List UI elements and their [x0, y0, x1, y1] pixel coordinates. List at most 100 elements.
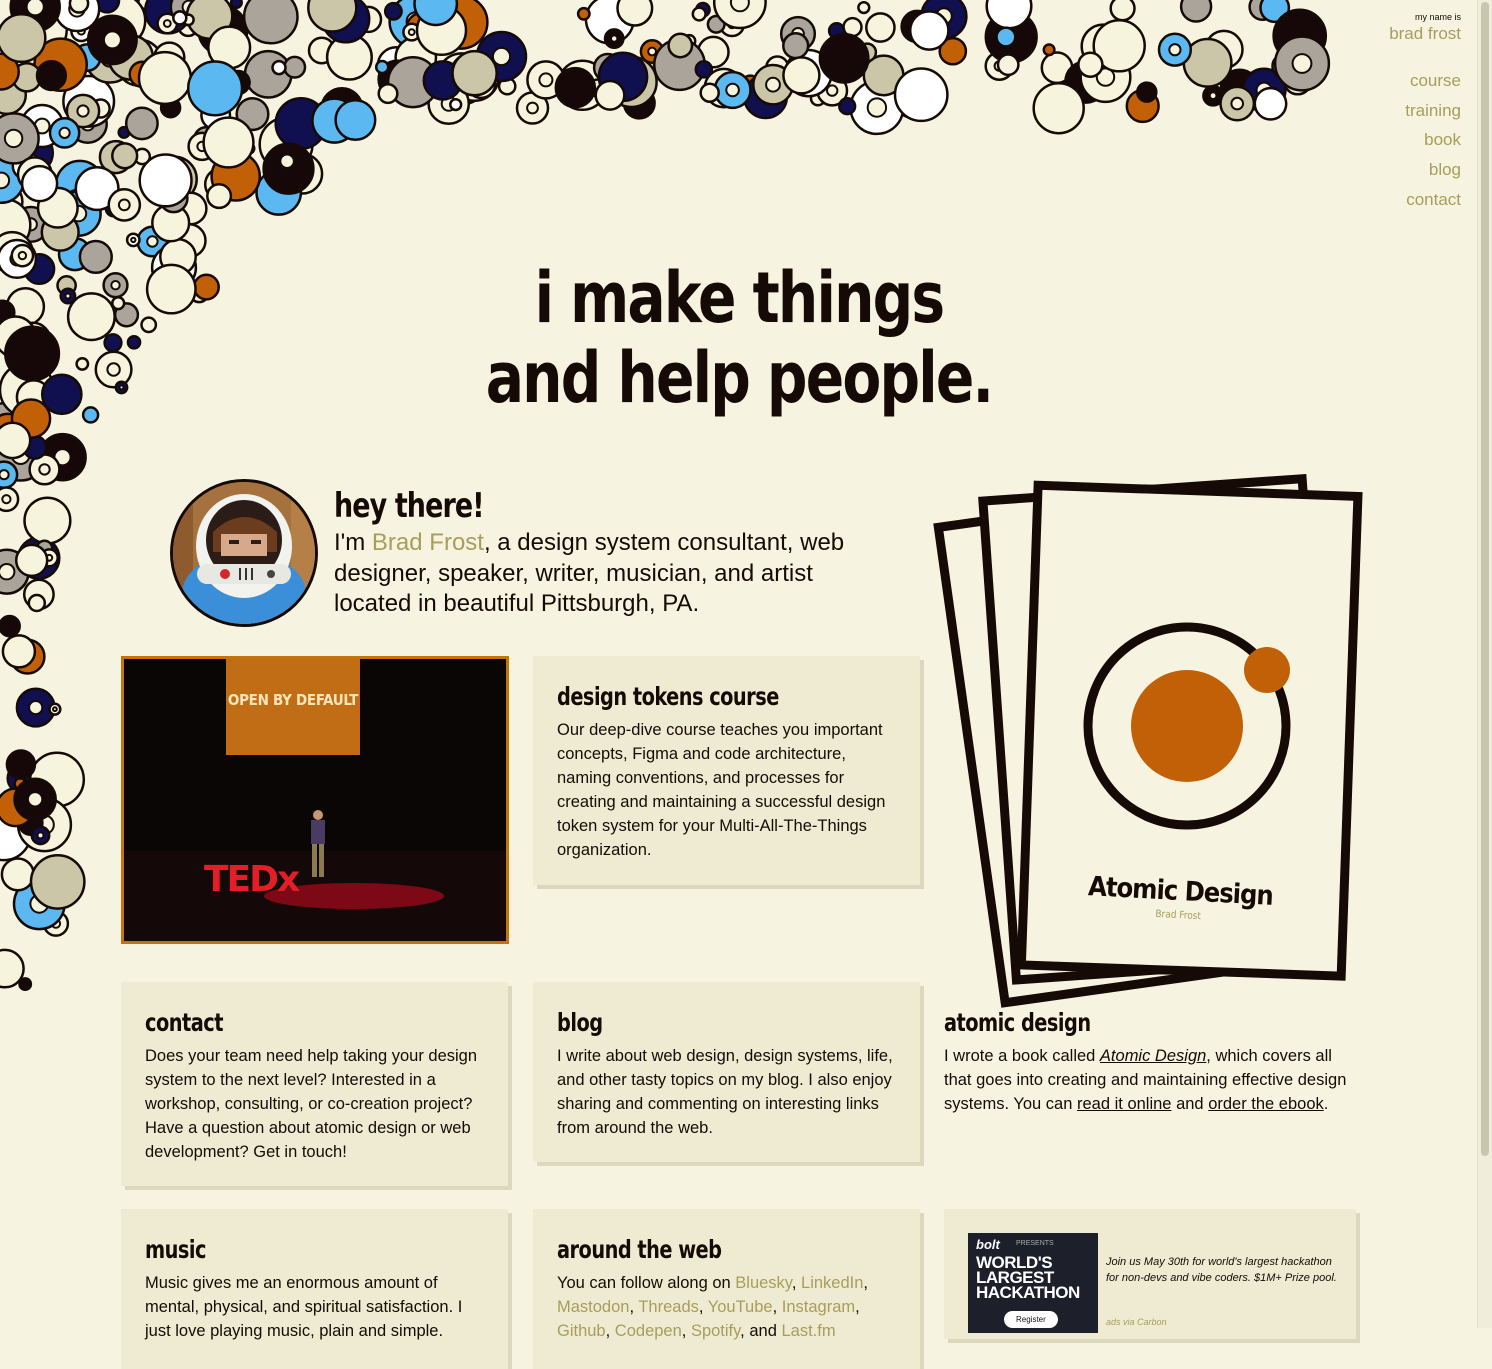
bubble — [865, 12, 896, 43]
link-linkedin[interactable]: LinkedIn — [801, 1274, 863, 1292]
bubble — [18, 977, 33, 992]
bubble-core — [117, 198, 131, 212]
atomic-design-body: I wrote a book called Atomic Design, whi… — [944, 1045, 1364, 1117]
scrollbar[interactable] — [1477, 0, 1492, 1328]
card-music-title[interactable]: music — [145, 1232, 437, 1268]
bubble-core — [826, 84, 839, 97]
bubble — [1042, 43, 1056, 57]
bubble — [594, 79, 626, 111]
bubble — [0, 614, 21, 638]
tedx-letters: TEDx — [204, 859, 300, 900]
bubble-core — [866, 97, 888, 118]
bubble — [0, 421, 32, 460]
card-web-body: You can follow along on Bluesky, LinkedI… — [557, 1274, 868, 1340]
link-github[interactable]: Github — [557, 1322, 606, 1340]
bubble-core — [28, 700, 44, 716]
bubble — [1136, 81, 1158, 103]
link-spotify[interactable]: Spotify — [691, 1322, 740, 1340]
site-brand[interactable]: my name is brad frost — [1389, 12, 1461, 43]
ad-brand: bolt — [976, 1237, 1000, 1252]
card-blog[interactable]: blog I write about web design, design sy… — [533, 982, 920, 1162]
bubble-core — [765, 76, 781, 93]
intro-name-link[interactable]: Brad Frost — [372, 529, 484, 556]
bubble — [20, 164, 59, 203]
bubble — [554, 66, 597, 109]
link-bluesky[interactable]: Bluesky — [735, 1274, 792, 1292]
atom-nucleus-icon — [1131, 670, 1243, 782]
bubble — [206, 183, 233, 210]
ad-register-button[interactable]: Register — [1004, 1311, 1058, 1328]
card-music[interactable]: music Music gives me an enormous amount … — [121, 1209, 508, 1369]
nav-item-blog[interactable]: blog — [1405, 155, 1461, 185]
atomic-book-link[interactable]: Atomic Design — [1100, 1047, 1206, 1065]
bubble — [1253, 86, 1288, 121]
link-threads[interactable]: Threads — [638, 1298, 699, 1316]
atom-electron-icon — [1244, 647, 1290, 693]
card-contact-title[interactable]: contact — [145, 1005, 437, 1041]
bubble-core — [17, 250, 28, 261]
scrollbar-thumb[interactable] — [1481, 2, 1489, 1156]
bubble — [124, 106, 159, 141]
bubble — [699, 82, 720, 103]
bubble-core — [0, 563, 16, 581]
card-contact[interactable]: contact Does your team need help taking … — [121, 982, 508, 1186]
bubble — [242, 0, 299, 45]
card-contact-body: Does your team need help taking your des… — [145, 1047, 478, 1161]
bubble — [818, 32, 870, 84]
avatar — [170, 479, 318, 627]
bubble — [383, 1, 403, 21]
ad-image[interactable]: bolt PRESENTS WORLD'S LARGEST HACKATHON … — [968, 1233, 1098, 1333]
bubble — [893, 67, 949, 123]
link-lastfm[interactable]: Last.fm — [781, 1322, 835, 1340]
projection-screen: OPEN BY DEFAULT — [226, 659, 360, 755]
bubble — [1077, 51, 1104, 78]
card-music-body: Music gives me an enormous amount of men… — [145, 1274, 463, 1340]
bubble-core — [102, 30, 122, 50]
nav-item-training[interactable]: training — [1405, 96, 1461, 126]
nav-item-book[interactable]: book — [1405, 125, 1461, 155]
link-codepen[interactable]: Codepen — [615, 1322, 682, 1340]
astronaut-helmet-portrait — [173, 482, 315, 624]
bubble-core — [38, 463, 51, 476]
bubble-core — [1230, 96, 1244, 111]
atomic-design-title[interactable]: atomic design — [944, 1005, 1305, 1041]
web-and: and — [749, 1321, 777, 1340]
bubble — [782, 32, 810, 60]
ad-via-carbon[interactable]: ads via Carbon — [1106, 1317, 1167, 1327]
bubble-core — [1168, 43, 1182, 57]
bubble — [202, 116, 255, 169]
ted-talk-photo[interactable]: OPEN BY DEFAULT TEDx — [121, 656, 509, 944]
bubble — [14, 543, 49, 578]
hero-heading: i make things and help people. — [74, 258, 1404, 418]
brand-tagline: my name is — [1414, 12, 1461, 22]
brand-name-link[interactable]: brad frost — [1389, 25, 1461, 42]
nav-item-contact[interactable]: contact — [1405, 185, 1461, 215]
bubble-core — [25, 0, 45, 17]
card-design-tokens-title[interactable]: design tokens course — [557, 679, 849, 715]
bubble-core — [58, 126, 71, 139]
card-web-title[interactable]: around the web — [557, 1232, 849, 1268]
ad-text[interactable]: Join us May 30th for world's largest hac… — [1106, 1255, 1338, 1286]
hero-line-2: and help people. — [485, 337, 994, 419]
bubble — [35, 59, 68, 92]
read-online-link[interactable]: read it online — [1077, 1095, 1171, 1113]
bubble — [451, 49, 498, 97]
bubble — [782, 56, 821, 95]
atomic-design-book-covers[interactable]: Atomic Design Brad Frost — [930, 460, 1370, 1010]
bubble-core — [1291, 53, 1313, 74]
bubble-core — [729, 0, 750, 13]
card-blog-title[interactable]: blog — [557, 1005, 849, 1041]
link-mastodon[interactable]: Mastodon — [557, 1298, 629, 1316]
bubble — [283, 55, 307, 79]
intro-text: I'm Brad Frost, a design system consulta… — [334, 528, 894, 620]
nav-item-course[interactable]: course — [1405, 66, 1461, 96]
link-youtube[interactable]: YouTube — [708, 1298, 773, 1316]
section-atomic-design: atomic design I wrote a book called Atom… — [944, 1005, 1364, 1117]
link-instagram[interactable]: Instagram — [782, 1298, 855, 1316]
bubble-core — [1, 494, 12, 505]
speaker-figure — [311, 810, 325, 877]
bubble-core — [26, 791, 44, 808]
intro-text-before: I'm — [334, 529, 372, 556]
order-ebook-link[interactable]: order the ebook — [1208, 1095, 1324, 1113]
card-design-tokens[interactable]: design tokens course Our deep-dive cours… — [533, 656, 920, 885]
